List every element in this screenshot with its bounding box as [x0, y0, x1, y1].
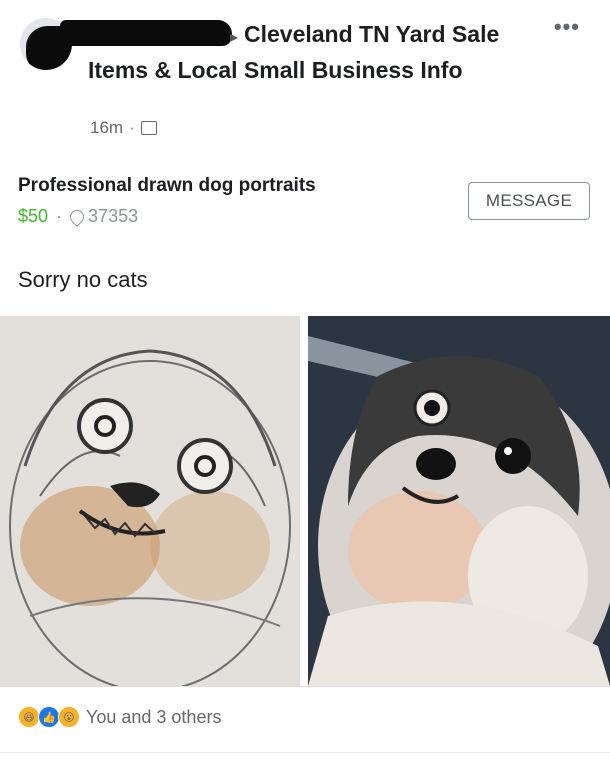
photo-dog[interactable] [308, 316, 610, 686]
listing-price: $50 [18, 206, 49, 226]
post-header: ▸ Cleveland TN Yard Sale Items & Local Sm… [88, 18, 518, 86]
reactions-text[interactable]: You and 3 others [86, 707, 221, 728]
listing-details: $50 · 37353 [18, 206, 138, 227]
bottom-divider [0, 752, 610, 753]
divider [0, 686, 610, 687]
location-pin-icon [67, 206, 87, 227]
listing-title[interactable]: Professional drawn dog portraits [18, 175, 316, 197]
like-icon: 👍 [38, 706, 60, 728]
reactions-bar[interactable]: 😆 👍 😮 You and 3 others [18, 706, 221, 728]
wow-icon: 😮 [58, 706, 80, 728]
post-meta: 16m · [90, 118, 157, 138]
photo-drawing[interactable] [0, 316, 300, 686]
listing-location: 37353 [67, 206, 139, 227]
message-button[interactable]: MESSAGE [468, 182, 590, 220]
listing-zip: 37353 [88, 206, 139, 226]
group-arrow-icon: ▸ [229, 29, 238, 46]
post-timestamp[interactable]: 16m [90, 118, 123, 138]
more-options-icon[interactable]: ••• [554, 14, 580, 40]
post-body-text: Sorry no cats [18, 267, 148, 292]
separator-dot: · [56, 206, 63, 226]
audience-icon [140, 121, 157, 135]
haha-icon: 😆 [18, 706, 40, 728]
